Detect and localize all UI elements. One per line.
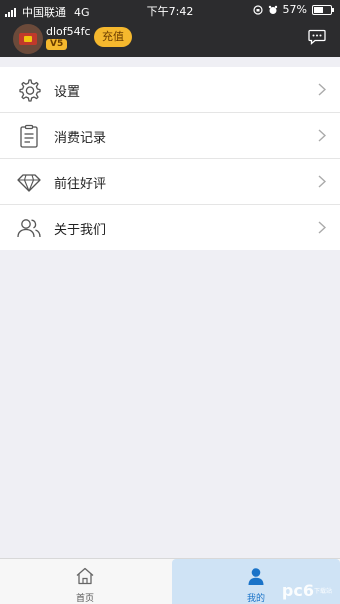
status-right: 57%	[252, 3, 334, 16]
menu-item-rate-app[interactable]: 前往好评	[0, 159, 340, 205]
vip-badge: V5	[46, 39, 68, 50]
tab-label: 首页	[75, 594, 94, 604]
lock-rotation-icon	[252, 4, 263, 15]
chevron-right-icon	[318, 175, 326, 188]
tab-bar: 首页 我的 pc6下载站	[0, 558, 340, 604]
person-icon	[248, 568, 264, 585]
menu-item-purchase-history[interactable]: 消费记录	[0, 113, 340, 159]
menu-label: 消费记录	[54, 131, 107, 146]
menu-label: 关于我们	[54, 223, 107, 238]
battery-fill	[314, 6, 323, 13]
battery-percent: 57%	[282, 3, 307, 16]
gear-icon	[19, 79, 41, 102]
chevron-right-icon	[318, 129, 326, 142]
tab-home[interactable]: 首页	[0, 559, 170, 604]
home-icon	[76, 567, 94, 585]
watermark-logo: pc6下载站	[281, 581, 332, 600]
battery-icon	[312, 4, 334, 15]
menu-label: 设置	[54, 85, 81, 100]
profile-header: 中国联通 4G 下午7:42 57% dlof54fc V5 充值	[0, 0, 340, 57]
users-icon	[17, 219, 41, 238]
tab-mine[interactable]: 我的 pc6下载站	[172, 559, 340, 604]
alarm-icon	[268, 5, 277, 14]
clipboard-icon	[20, 124, 38, 148]
recharge-button[interactable]: 充值	[94, 27, 132, 47]
diamond-icon	[17, 174, 41, 192]
chevron-right-icon	[318, 221, 326, 234]
menu-item-about-us[interactable]: 关于我们	[0, 205, 340, 250]
settings-menu: 设置 消费记录 前往好评 关于我们	[0, 67, 340, 250]
chevron-right-icon	[318, 83, 326, 96]
username: dlof54fc	[46, 25, 91, 38]
menu-item-settings[interactable]: 设置	[0, 67, 340, 113]
chat-bubble-icon[interactable]	[308, 29, 326, 45]
avatar[interactable]	[13, 24, 43, 54]
status-bar: 中国联通 4G 下午7:42 57%	[0, 0, 340, 20]
menu-label: 前往好评	[54, 177, 107, 192]
